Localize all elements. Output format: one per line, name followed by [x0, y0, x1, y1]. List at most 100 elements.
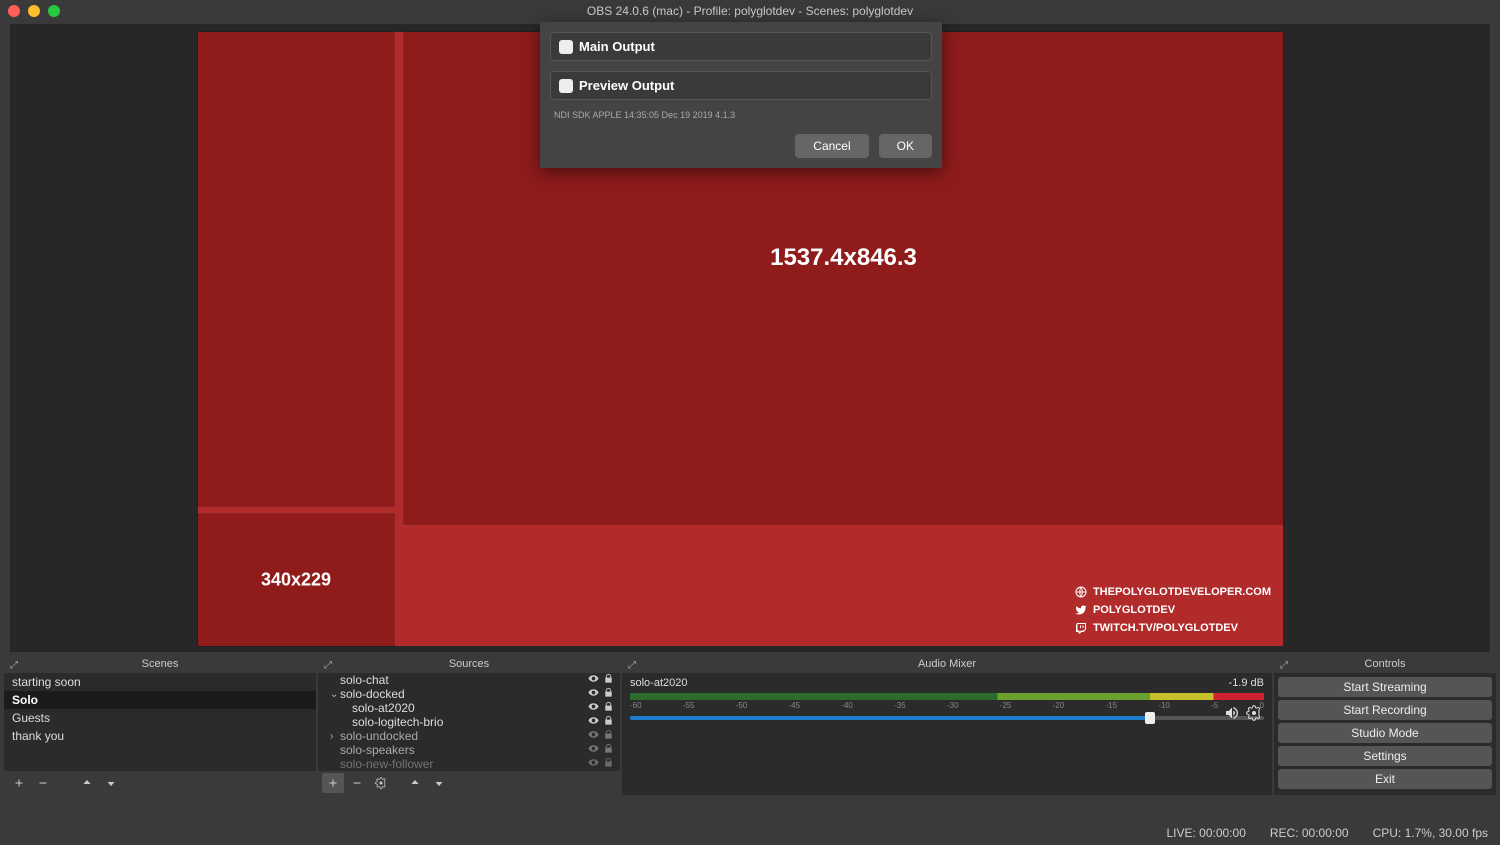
docked-panels: ⤢ Scenes starting soonSoloGueststhank yo…: [0, 655, 1500, 795]
source-item[interactable]: solo-chat: [318, 673, 620, 687]
lock-icon[interactable]: [603, 701, 614, 715]
audio-mixer-panel: ⤢ Audio Mixer solo-at2020 -1.9 dB -60-55…: [622, 655, 1272, 795]
volume-thumb[interactable]: [1145, 712, 1155, 724]
scenes-header[interactable]: ⤢ Scenes: [4, 655, 316, 673]
mixer-header[interactable]: ⤢ Audio Mixer: [622, 655, 1272, 673]
meter-tick: -55: [683, 701, 695, 710]
mixer-settings-button[interactable]: [1246, 705, 1262, 724]
visibility-icon[interactable]: [588, 743, 599, 757]
twitch-icon: [1075, 622, 1087, 634]
scene-item[interactable]: thank you: [4, 727, 316, 745]
preview-output-checkbox[interactable]: [559, 79, 573, 93]
meter-tick: -35: [894, 701, 906, 710]
mute-button[interactable]: [1224, 705, 1240, 724]
visibility-icon[interactable]: [588, 687, 599, 701]
undock-icon[interactable]: ⤢: [1278, 657, 1290, 669]
mixer-title: Audio Mixer: [918, 658, 976, 670]
meter-tick: -10: [1158, 701, 1170, 710]
preview-output-row[interactable]: Preview Output: [550, 71, 932, 100]
lock-icon[interactable]: [603, 687, 614, 701]
visibility-icon[interactable]: [588, 757, 599, 771]
undock-icon[interactable]: ⤢: [8, 657, 20, 669]
scenes-list[interactable]: starting soonSoloGueststhank you: [4, 673, 316, 771]
move-scene-up-button[interactable]: [76, 773, 98, 793]
main-output-checkbox[interactable]: [559, 40, 573, 54]
lock-icon[interactable]: [603, 715, 614, 729]
audio-meter: [630, 693, 1264, 700]
sources-list[interactable]: solo-chat⌄solo-dockedsolo-at2020solo-log…: [318, 673, 620, 771]
studio-mode-button[interactable]: Studio Mode: [1278, 723, 1492, 743]
visibility-icon[interactable]: [588, 729, 599, 743]
social-twitter-text: POLYGLOTDEV: [1093, 604, 1175, 616]
meter-tick: -40: [841, 701, 853, 710]
undock-icon[interactable]: ⤢: [322, 657, 334, 669]
sources-title: Sources: [449, 658, 489, 670]
move-scene-down-button[interactable]: [100, 773, 122, 793]
main-output-label: Main Output: [579, 39, 655, 54]
social-twitch: TWITCH.TV/POLYGLOTDEV: [1075, 622, 1271, 634]
window-title: OBS 24.0.6 (mac) - Profile: polyglotdev …: [0, 4, 1500, 18]
move-source-up-button[interactable]: [404, 773, 426, 793]
cancel-button[interactable]: Cancel: [795, 134, 868, 158]
source-label: solo-new-follower: [340, 757, 588, 771]
ndi-output-dialog: Main Output Preview Output NDI SDK APPLE…: [540, 22, 942, 168]
add-scene-button[interactable]: [8, 773, 30, 793]
lock-icon[interactable]: [603, 757, 614, 771]
source-properties-button[interactable]: [370, 773, 392, 793]
scene-item[interactable]: Solo: [4, 691, 316, 709]
source-item[interactable]: solo-speakers: [318, 743, 620, 757]
exit-button[interactable]: Exit: [1278, 769, 1492, 789]
scenes-title: Scenes: [142, 658, 179, 670]
settings-button[interactable]: Settings: [1278, 746, 1492, 766]
scenes-panel: ⤢ Scenes starting soonSoloGueststhank yo…: [4, 655, 316, 795]
chevron-down-icon[interactable]: ⌄: [330, 689, 340, 700]
sources-panel: ⤢ Sources solo-chat⌄solo-dockedsolo-at20…: [318, 655, 620, 795]
ok-button[interactable]: OK: [879, 134, 932, 158]
lock-icon[interactable]: [603, 673, 614, 687]
controls-panel: ⤢ Controls Start Streaming Start Recordin…: [1274, 655, 1496, 795]
scene-item[interactable]: starting soon: [4, 673, 316, 691]
visibility-icon[interactable]: [588, 715, 599, 729]
social-links-overlay: THEPOLYGLOTDEVELOPER.COM POLYGLOTDEV TWI…: [1075, 586, 1271, 634]
source-item[interactable]: ›solo-undocked: [318, 729, 620, 743]
main-output-row[interactable]: Main Output: [550, 32, 932, 61]
visibility-icon[interactable]: [588, 701, 599, 715]
visibility-icon[interactable]: [588, 673, 599, 687]
source-label: solo-at2020: [352, 701, 588, 715]
scene-item[interactable]: Guests: [4, 709, 316, 727]
controls-header[interactable]: ⤢ Controls: [1274, 655, 1496, 673]
social-website: THEPOLYGLOTDEVELOPER.COM: [1075, 586, 1271, 598]
source-label: solo-chat: [340, 673, 588, 687]
remove-scene-button[interactable]: [32, 773, 54, 793]
source-item[interactable]: ⌄solo-docked: [318, 687, 620, 701]
chevron-right-icon[interactable]: ›: [330, 731, 340, 742]
canvas-region-left-tall[interactable]: [198, 32, 394, 506]
meter-scale: -60-55-50-45-40-35-30-25-20-15-10-50: [630, 701, 1264, 710]
add-source-button[interactable]: [322, 773, 344, 793]
lock-icon[interactable]: [603, 729, 614, 743]
sources-toolbar: [318, 771, 620, 795]
canvas-region-webcam[interactable]: 340x229: [198, 514, 394, 646]
status-cpu: CPU: 1.7%, 30.00 fps: [1373, 826, 1488, 840]
undock-icon[interactable]: ⤢: [626, 657, 638, 669]
sources-header[interactable]: ⤢ Sources: [318, 655, 620, 673]
move-source-down-button[interactable]: [428, 773, 450, 793]
source-item[interactable]: solo-at2020: [318, 701, 620, 715]
start-recording-button[interactable]: Start Recording: [1278, 700, 1492, 720]
status-rec: REC: 00:00:00: [1270, 826, 1349, 840]
start-streaming-button[interactable]: Start Streaming: [1278, 677, 1492, 697]
mixer-body: solo-at2020 -1.9 dB -60-55-50-45-40-35-3…: [622, 673, 1272, 795]
scenes-toolbar: [4, 771, 316, 795]
lock-icon[interactable]: [603, 743, 614, 757]
titlebar: OBS 24.0.6 (mac) - Profile: polyglotdev …: [0, 0, 1500, 22]
source-label: solo-speakers: [340, 743, 588, 757]
meter-tick: -15: [1105, 701, 1117, 710]
source-item[interactable]: solo-new-follower: [318, 757, 620, 771]
meter-tick: -30: [947, 701, 959, 710]
remove-source-button[interactable]: [346, 773, 368, 793]
volume-slider[interactable]: [630, 716, 1264, 720]
status-bar: LIVE: 00:00:00 REC: 00:00:00 CPU: 1.7%, …: [0, 822, 1500, 844]
mixer-channel-name: solo-at2020: [630, 677, 688, 689]
preview-output-label: Preview Output: [579, 78, 674, 93]
source-item[interactable]: solo-logitech-brio: [318, 715, 620, 729]
